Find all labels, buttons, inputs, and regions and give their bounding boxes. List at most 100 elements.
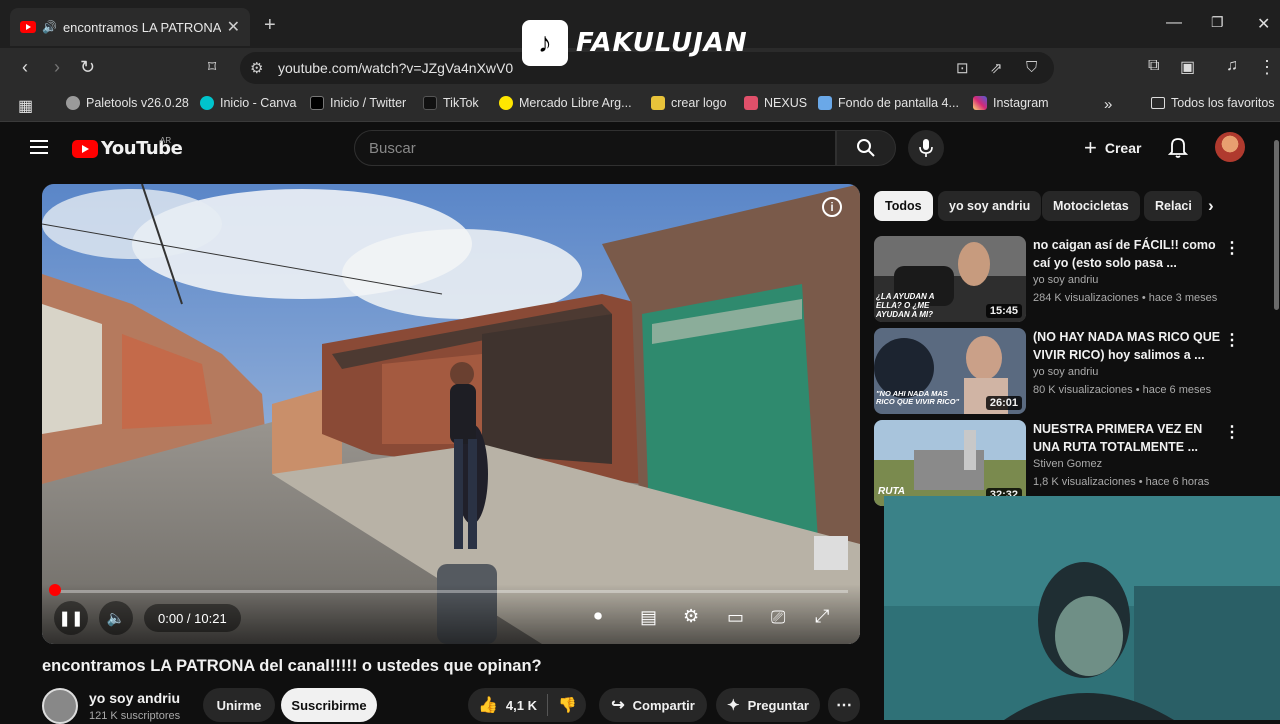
channel-name[interactable]: yo soy andriu: [89, 690, 180, 706]
bookmark-item[interactable]: NEXUS: [744, 96, 807, 110]
reload-icon[interactable]: ↻: [80, 57, 95, 78]
media-control-icon[interactable]: ♫: [1226, 57, 1238, 75]
like-button[interactable]: 👍 4,1 K: [478, 695, 537, 715]
bookmark-favicon-icon: [818, 96, 832, 110]
channel-avatar[interactable]: [42, 688, 78, 724]
video-thumbnail[interactable]: ¿LA AYUDAN A ELLA? O ¿ME AYUDAN A MI? 15…: [874, 236, 1026, 322]
search-input[interactable]: Buscar: [354, 130, 836, 166]
install-app-icon[interactable]: ⊡: [956, 59, 969, 77]
share-button[interactable]: ↪ Compartir: [599, 688, 707, 722]
tab-title: encontramos LA PATRONA de: [62, 19, 221, 35]
recommendation-title: (NO HAY NADA MAS RICO QUE VIVIR RICO) ho…: [1033, 330, 1221, 362]
speaker-icon[interactable]: 🔊: [42, 20, 57, 34]
video-thumbnail[interactable]: RUTA 32:32: [874, 420, 1026, 506]
progress-scrubber[interactable]: [49, 584, 61, 596]
extensions-icon[interactable]: ⧉: [1148, 57, 1159, 75]
volume-button[interactable]: 🔈: [99, 601, 133, 635]
brave-shield-icon[interactable]: ⛉: [1026, 59, 1037, 76]
forward-arrow-icon[interactable]: ›: [54, 57, 60, 78]
video-player[interactable]: i ❚❚ 🔈 0:00 / 10:21 ⏺ ▤ ⚙ ▭ ⎚ ⤢: [42, 184, 860, 644]
recommendation-channel: yo soy andriu: [1033, 366, 1099, 378]
fullscreen-icon[interactable]: ⤢: [815, 606, 829, 627]
page-scrollbar[interactable]: [1274, 140, 1279, 310]
sparkle-icon: ✦: [727, 697, 740, 714]
browser-tab-active[interactable]: 🔊 encontramos LA PATRONA de ✕: [10, 8, 250, 46]
recommendation-item[interactable]: RUTA 32:32 NUESTRA PRIMERA VEZ EN UNA RU…: [874, 420, 1274, 506]
new-tab-icon[interactable]: +: [264, 14, 276, 37]
bookmark-item[interactable]: Fondo de pantalla 4...: [818, 96, 959, 110]
bookmark-item[interactable]: Mercado Libre Arg...: [499, 96, 632, 110]
all-favorites-folder[interactable]: Todos los favoritos: [1151, 96, 1275, 110]
youtube-play-icon: [72, 139, 98, 158]
youtube-logo[interactable]: YouTube AR: [72, 136, 183, 159]
minimize-icon[interactable]: —: [1166, 14, 1182, 32]
chip-todos[interactable]: Todos: [874, 191, 933, 221]
notifications-bell-icon[interactable]: [1167, 136, 1189, 163]
youtube-favicon-icon: [20, 21, 36, 33]
voice-search-button[interactable]: [908, 130, 944, 166]
bookmark-icon[interactable]: ⌑: [208, 57, 216, 77]
instagram-icon: [973, 96, 987, 110]
progress-bar[interactable]: [54, 590, 848, 593]
close-window-icon[interactable]: ✕: [1257, 14, 1270, 34]
recommendation-title: no caigan así de FÁCIL!! como caí yo (es…: [1033, 238, 1216, 270]
close-tab-icon[interactable]: ✕: [227, 17, 240, 37]
recommendation-channel: Stiven Gomez: [1033, 458, 1103, 470]
subtitles-icon[interactable]: ▤: [640, 607, 657, 628]
kebab-menu-icon[interactable]: ⋮: [1224, 422, 1240, 442]
back-arrow-icon[interactable]: ‹: [22, 57, 28, 78]
chip-channel[interactable]: yo soy andriu: [938, 191, 1042, 221]
pause-button[interactable]: ❚❚: [54, 601, 88, 635]
bookmark-favicon-icon: [423, 96, 437, 110]
wallet-icon[interactable]: ▣: [1180, 57, 1195, 77]
create-button[interactable]: + Crear: [1076, 132, 1149, 164]
bookmark-item[interactable]: Paletools v26.0.28: [66, 96, 189, 110]
search-button[interactable]: [836, 130, 896, 166]
folder-icon: [1151, 97, 1165, 109]
cast-icon[interactable]: ⎚: [771, 607, 785, 628]
bookmark-item[interactable]: Instagram: [973, 96, 1049, 110]
more-actions-button[interactable]: ⋯: [828, 688, 860, 722]
bookmark-favicon-icon: [499, 96, 513, 110]
bookmark-item[interactable]: Inicio - Canva: [200, 96, 296, 110]
thumbs-down-icon[interactable]: 👎: [558, 696, 577, 714]
ask-button[interactable]: ✦ Preguntar: [716, 688, 820, 722]
bookmark-item[interactable]: TikTok: [423, 96, 479, 110]
settings-gear-icon[interactable]: ⚙: [683, 606, 699, 627]
recommendation-item[interactable]: "NO AHI NADA MAS RICO QUE VIVIR RICO" 26…: [874, 328, 1274, 414]
time-text: 0:00 / 10:21: [158, 610, 227, 626]
menu-dots-icon[interactable]: ⋮: [1258, 57, 1276, 78]
thumbnail-caption: "NO AHI NADA MAS RICO QUE VIVIR RICO": [876, 389, 960, 406]
restore-icon[interactable]: ❐: [1211, 14, 1224, 31]
recommendation-item[interactable]: ¿LA AYUDAN A ELLA? O ¿ME AYUDAN A MI? 15…: [874, 236, 1274, 322]
join-button[interactable]: Unirme: [203, 688, 275, 722]
kebab-menu-icon[interactable]: ⋮: [1224, 330, 1240, 350]
hamburger-menu-icon[interactable]: [30, 140, 48, 154]
youtube-header: YouTube AR Buscar + Crear: [0, 122, 1280, 178]
bookmark-item[interactable]: Inicio / Twitter: [310, 96, 406, 110]
chip-label: Relaci: [1155, 199, 1192, 213]
chip-relacionados[interactable]: Relaci: [1144, 191, 1202, 221]
chevron-right-icon[interactable]: ›: [1208, 196, 1214, 216]
share-icon[interactable]: ⇗: [990, 59, 1003, 77]
video-thumbnail[interactable]: "NO AHI NADA MAS RICO QUE VIVIR RICO" 26…: [874, 328, 1026, 414]
chip-motocicletas[interactable]: Motocicletas: [1042, 191, 1140, 221]
user-avatar[interactable]: [1215, 132, 1245, 162]
subscribe-button[interactable]: Suscribirme: [281, 688, 377, 722]
thumbnail-caption: ¿LA AYUDAN A ELLA? O ¿ME AYUDAN A MI?: [876, 292, 935, 319]
site-settings-icon[interactable]: ⚙: [250, 59, 263, 77]
more-dots-icon: ⋯: [836, 697, 852, 714]
theater-mode-icon[interactable]: ▭: [727, 607, 744, 628]
watermark-name: FAKULUJAN: [576, 28, 748, 58]
bookmark-item[interactable]: crear logo: [651, 96, 727, 110]
kebab-menu-icon[interactable]: ⋮: [1224, 238, 1240, 258]
info-icon[interactable]: i: [822, 197, 842, 217]
tiktok-watermark: ♪ FAKULUJAN: [522, 20, 748, 66]
share-arrow-icon: ↪: [611, 697, 625, 714]
share-label: Compartir: [632, 697, 695, 713]
autoplay-toggle-icon[interactable]: ⏺: [594, 608, 602, 626]
chip-label: Motocicletas: [1053, 199, 1129, 213]
more-bookmarks-icon[interactable]: »: [1104, 96, 1112, 113]
chip-label: Todos: [885, 199, 922, 213]
apps-grid-icon[interactable]: ▦: [18, 96, 33, 116]
